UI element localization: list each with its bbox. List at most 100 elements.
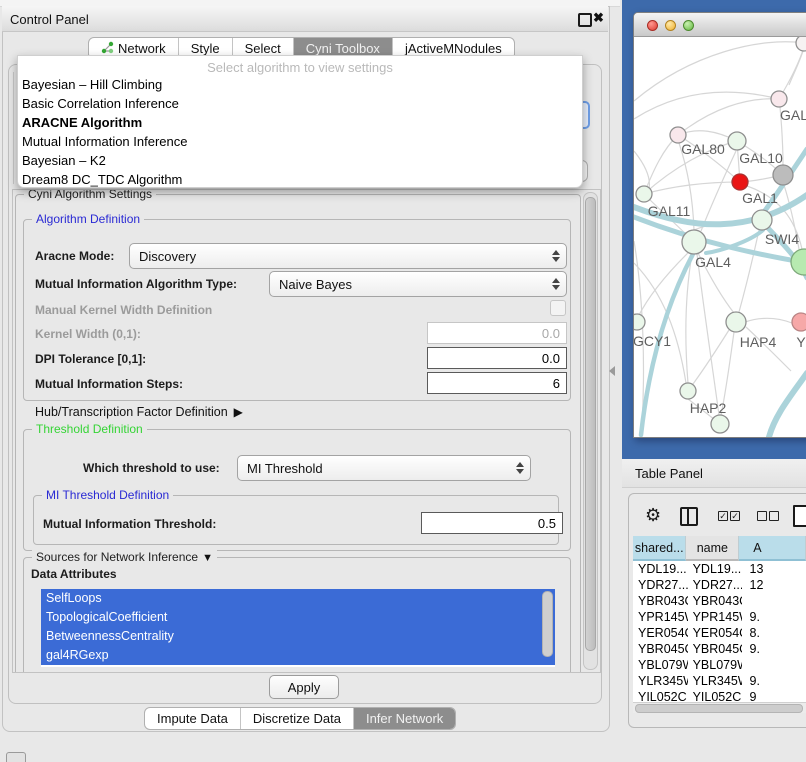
network-node-labels: GAL GAL80 GAL10 GAL1 GAL11 SWI4 GAL4 GCY… [634,107,806,416]
dpi-tolerance-field[interactable] [427,347,567,369]
table-row[interactable]: YBR045CYBR045C9. [633,641,806,657]
network-window-titlebar[interactable] [634,13,806,37]
network-node[interactable] [792,313,806,331]
scrollbar-thumb[interactable] [585,197,596,651]
close-traffic-light-icon[interactable] [647,20,658,31]
settings-scrollbar[interactable] [583,192,598,670]
algorithm-option[interactable]: Dream8 DC_TDC Algorithm [22,172,182,187]
minimize-traffic-light-icon[interactable] [665,20,676,31]
node-label: GAL1 [742,190,778,206]
algorithm-option[interactable]: Bayesian – Hill Climbing [22,77,162,92]
node-label: GCY1 [634,333,671,349]
split-columns-icon[interactable] [680,507,698,526]
node-label: SWI4 [765,231,799,247]
threshold-definition-title: Threshold Definition [32,422,147,436]
attribute-item[interactable]: SelfLoops [41,589,555,608]
aracne-mode-combo[interactable]: Discovery [129,243,567,269]
table-row[interactable]: YDR27...YDR27...12 [633,577,806,593]
network-canvas[interactable]: GAL GAL80 GAL10 GAL1 GAL11 SWI4 GAL4 GCY… [634,37,806,437]
unchecked-checkbox-icon[interactable] [757,511,767,521]
tab-discretize-data[interactable]: Discretize Data [241,708,354,729]
apply-button[interactable]: Apply [269,675,339,699]
dropdown-hint: Select algorithm to view settings [18,60,582,75]
network-node-gal11[interactable] [636,186,652,202]
settings-group-title: Cyni Algorithm Settings [24,189,156,201]
table-panel-title: Table Panel [635,466,703,481]
document-icon[interactable] [793,505,806,527]
network-node-swi4[interactable] [752,210,772,230]
mi-steps-field[interactable] [427,372,567,394]
kernel-width-field[interactable] [427,322,567,344]
mi-threshold-label: Mutual Information Threshold: [43,517,216,531]
list-scrollbar[interactable] [542,591,553,657]
attribute-item[interactable]: gal4RGexp [41,646,555,665]
close-icon[interactable]: ✖ [593,10,604,26]
data-attributes-list: SelfLoops TopologicalCoefficient Between… [41,589,555,667]
table-row[interactable]: YDL19...YDL19...13 [633,561,806,577]
network-view-window[interactable]: GAL GAL80 GAL10 GAL1 GAL11 SWI4 GAL4 GCY… [633,12,806,438]
table-row[interactable]: YPR145WYPR145W9. [633,609,806,625]
algorithm-option[interactable]: Bayesian – K2 [22,153,106,168]
node-label: HAP4 [740,334,777,350]
network-node-hap2[interactable] [680,383,696,399]
minimized-panel-button[interactable] [6,752,26,762]
manual-kernel-label: Manual Kernel Width Definition [35,303,212,317]
algorithm-definition-title: Algorithm Definition [32,212,144,226]
algorithm-option[interactable]: Basic Correlation Inference [22,96,179,111]
algorithm-option[interactable]: Mutual Information Inference [22,134,187,149]
which-threshold-combo[interactable]: MI Threshold [237,455,531,481]
network-node-gcy1[interactable] [634,314,645,330]
hscrollbar-thumb[interactable] [635,704,803,713]
data-attributes-label: Data Attributes [31,567,117,581]
hub-definition-toggle[interactable]: Hub/Transcription Factor Definition▶ [35,405,243,419]
settings-viewport: Cyni Algorithm Settings Algorithm Defini… [12,189,601,673]
checked-checkbox-icon[interactable]: ✓ [718,511,728,521]
column-header-name[interactable]: name [686,536,739,561]
table-row[interactable]: YER054CYER054C8. [633,625,806,641]
table-horizontal-scrollbar[interactable] [633,702,806,713]
network-node-gal4[interactable] [682,230,706,254]
mi-threshold-field[interactable] [421,512,563,534]
network-node-gal10[interactable] [728,132,746,150]
algorithm-dropdown-popup: Select algorithm to view settings Bayesi… [17,55,583,188]
table-row[interactable]: YLR345WYLR345W9. [633,673,806,689]
zoom-traffic-light-icon[interactable] [683,20,694,31]
node-label: HAP2 [690,400,727,416]
table-row[interactable]: YBL079WYBL079W [633,657,806,673]
combo-stepper-icon [510,462,530,474]
network-node[interactable] [711,415,729,433]
control-panel-titlebar [2,6,608,32]
combo-stepper-icon [546,250,566,262]
network-node-gal1[interactable] [732,174,748,190]
mi-type-label: Mutual Information Algorithm Type: [35,277,237,291]
sources-title[interactable]: Sources for Network Inference▼ [32,550,217,564]
network-node-gal[interactable] [771,91,787,107]
node-table: shared... name A YDL19...YDL19...13 YDR2… [633,536,806,712]
which-threshold-label: Which threshold to use: [83,461,220,475]
tab-infer-network[interactable]: Infer Network [354,708,455,729]
mi-type-combo[interactable]: Naive Bayes [269,271,567,297]
algorithm-option-selected[interactable]: ARACNE Algorithm [22,115,142,130]
manual-kernel-checkbox[interactable] [550,300,566,316]
node-label: GAL80 [681,141,725,157]
network-node[interactable] [773,165,793,185]
tab-impute-data[interactable]: Impute Data [145,708,241,729]
column-header-shared[interactable]: shared... [633,536,686,561]
float-window-icon[interactable] [578,13,592,27]
column-header-3[interactable]: A [739,536,806,561]
checked-checkbox-icon[interactable]: ✓ [730,511,740,521]
network-node-hap4[interactable] [726,312,746,332]
network-graph: GAL GAL80 GAL10 GAL1 GAL11 SWI4 GAL4 GCY… [634,37,806,437]
mi-steps-label: Mutual Information Steps: [35,377,183,391]
attribute-item[interactable]: BetweennessCentrality [41,627,555,646]
split-divider-grip[interactable] [609,366,615,376]
gear-icon[interactable]: ⚙ [645,505,661,526]
table-row[interactable]: YBR043CYBR043C [633,593,806,609]
combo-stepper-icon [546,278,566,290]
expand-right-icon: ▶ [234,405,243,419]
attribute-item[interactable]: TopologicalCoefficient [41,608,555,627]
network-node[interactable] [796,37,806,51]
node-label: GAL [780,107,806,123]
unchecked-checkbox-icon[interactable] [769,511,779,521]
cyni-bottom-tabs: Impute Data Discretize Data Infer Networ… [144,707,456,730]
